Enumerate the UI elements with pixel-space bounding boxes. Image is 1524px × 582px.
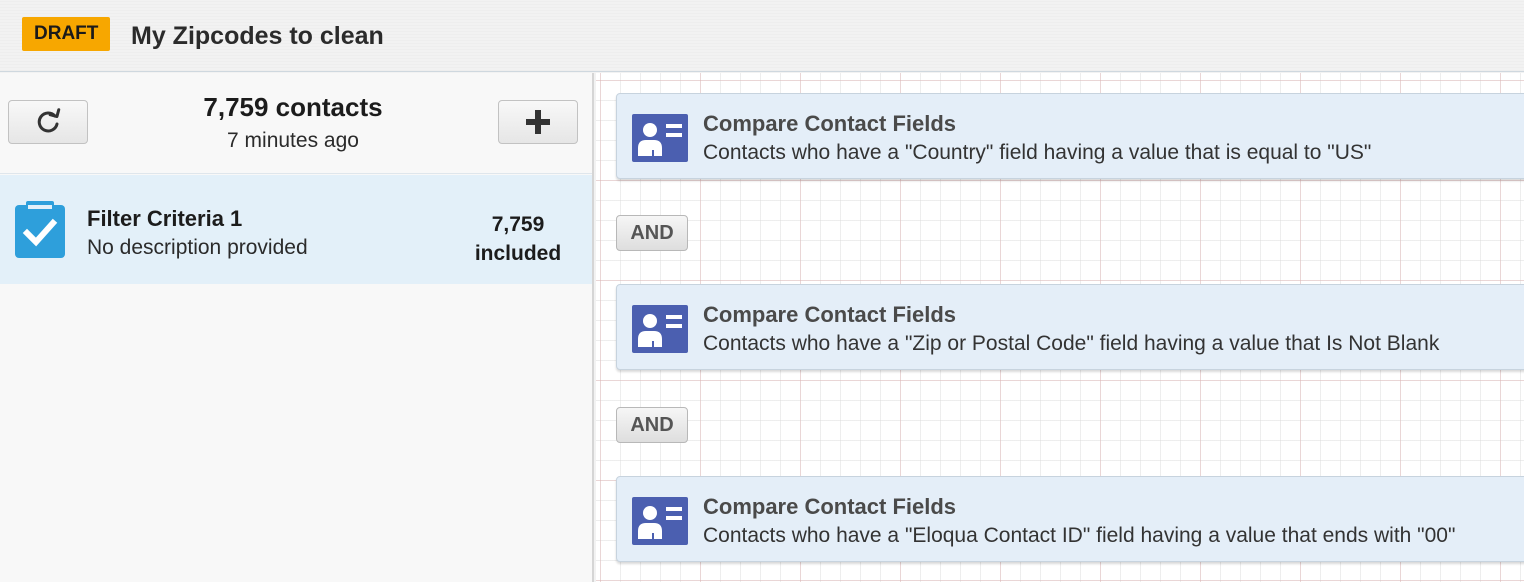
compare-fields-card[interactable]: Compare Contact Fields Contacts who have… [616, 93, 1524, 179]
plus-icon [526, 110, 550, 134]
criteria-count-label: included [474, 242, 562, 265]
card-title: Compare Contact Fields [703, 302, 957, 327]
contact-card-icon [632, 114, 688, 162]
criteria-description: No description provided [87, 236, 308, 259]
status-badge: DRAFT [22, 17, 111, 51]
clipboard-check-icon [15, 201, 65, 258]
and-operator-button[interactable]: AND [616, 407, 688, 443]
contact-card-icon [632, 497, 688, 545]
page-title[interactable]: My Zipcodes to clean [131, 22, 384, 51]
and-operator-button[interactable]: AND [616, 215, 688, 251]
card-description: Contacts who have a "Eloqua Contact ID" … [703, 524, 1456, 547]
criteria-count: 7,759 included [458, 210, 578, 268]
card-title: Compare Contact Fields [703, 494, 957, 519]
left-panel: 7,759 contacts 7 minutes ago Filter Crit… [0, 73, 594, 582]
add-criteria-button[interactable] [498, 100, 578, 144]
page-header: DRAFT My Zipcodes to clean [0, 0, 1524, 72]
compare-fields-card[interactable]: Compare Contact Fields Contacts who have… [616, 476, 1524, 562]
contact-summary: 7,759 contacts 7 minutes ago [0, 73, 592, 174]
filter-criteria-item[interactable]: Filter Criteria 1 No description provide… [0, 175, 592, 284]
contact-card-icon [632, 305, 688, 353]
card-description: Contacts who have a "Zip or Postal Code"… [703, 332, 1440, 355]
criteria-count-value: 7,759 [491, 213, 545, 236]
card-description: Contacts who have a "Country" field havi… [703, 141, 1372, 164]
compare-fields-card[interactable]: Compare Contact Fields Contacts who have… [616, 284, 1524, 370]
filter-canvas: Compare Contact Fields Contacts who have… [596, 73, 1524, 582]
card-title: Compare Contact Fields [703, 111, 957, 136]
criteria-name: Filter Criteria 1 [87, 206, 243, 231]
